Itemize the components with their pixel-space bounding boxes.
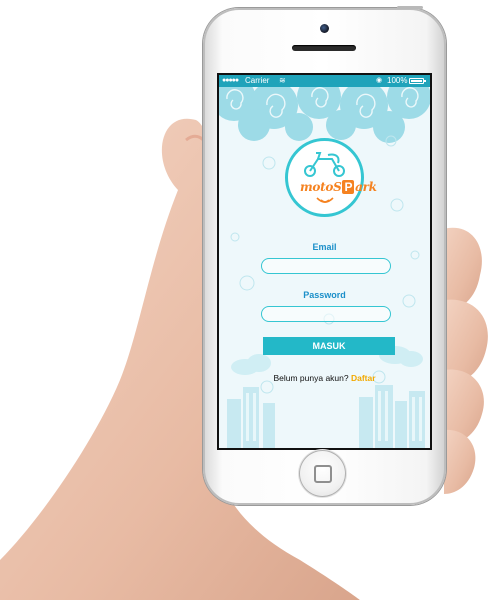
motospark-logo: motoS Park: [285, 138, 377, 217]
email-label: Email: [312, 242, 337, 252]
scooter-icon: [304, 152, 345, 177]
app-screen: ●●●●● Carrier ≋ ◉ 100% motoS P ark Email…: [219, 75, 430, 448]
earpiece-speaker: [292, 45, 356, 51]
signal-waves-icon: [316, 197, 334, 203]
carrier-name: Carrier: [245, 76, 270, 85]
home-button[interactable]: [299, 450, 346, 497]
status-bar: ●●●●● Carrier ≋ ◉ 100%: [219, 75, 430, 87]
swirl-clouds: [219, 87, 430, 143]
power-button: [397, 6, 423, 9]
wifi-icon: ≋: [279, 76, 286, 85]
signal-strength-icon: ●●●●●: [222, 77, 239, 84]
city-skyline: [227, 385, 425, 448]
email-field[interactable]: [261, 258, 391, 274]
logo-wordmark: motoS Park: [300, 180, 377, 194]
signup-prompt-text: Belum punya akun?: [273, 373, 351, 383]
password-label: Password: [303, 290, 346, 300]
home-square-icon: [314, 465, 332, 483]
daftar-link[interactable]: Daftar: [351, 373, 376, 383]
password-field[interactable]: [261, 306, 391, 322]
battery-percent: 100%: [387, 76, 408, 85]
phone-device: ●●●●● Carrier ≋ ◉ 100% motoS P ark Email…: [203, 6, 446, 505]
masuk-button[interactable]: MASUK: [263, 337, 395, 355]
signup-prompt: Belum punya akun? Daftar: [219, 373, 430, 383]
front-camera: [320, 24, 329, 33]
orientation-lock-icon: ◉: [376, 77, 383, 84]
battery-icon: [409, 78, 426, 84]
